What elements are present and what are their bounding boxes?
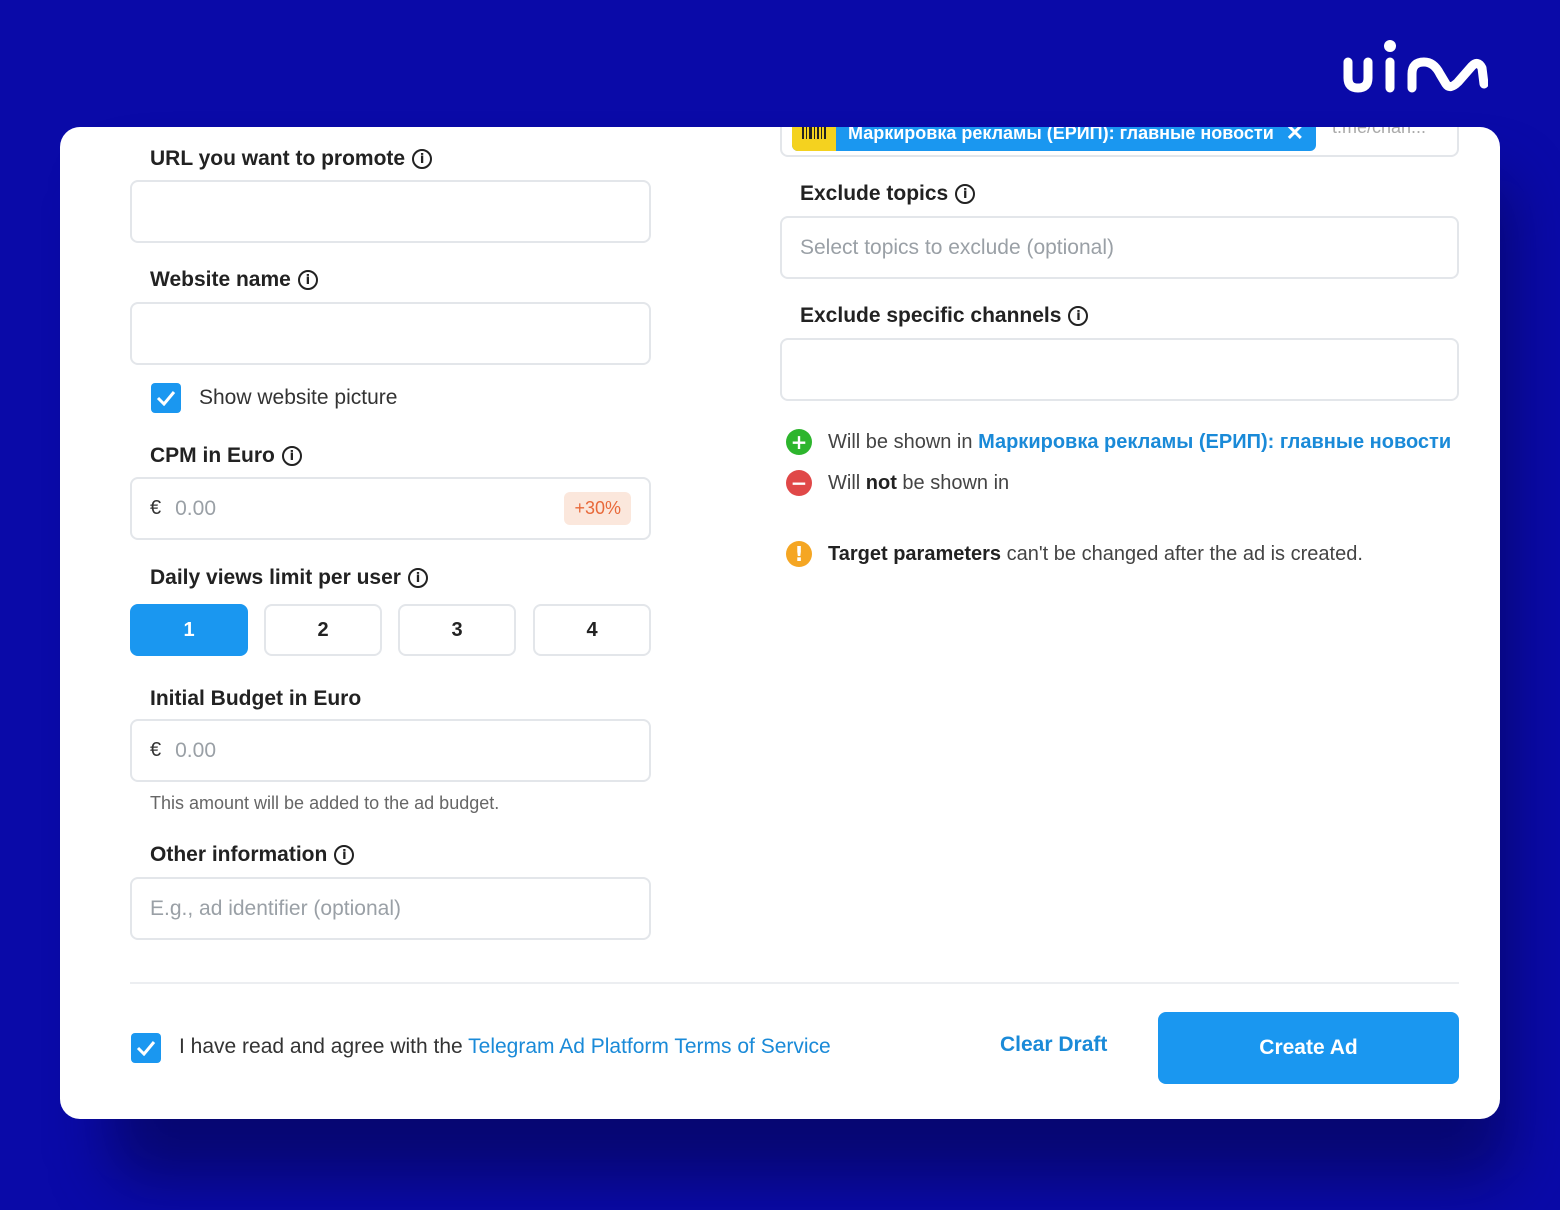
not-shown-prefix: Will	[828, 471, 866, 494]
url-label: URL you want to promote i	[150, 147, 433, 171]
not-shown-in-row: − Will not be shown in	[786, 470, 1009, 496]
warning-icon: !	[786, 541, 812, 567]
barcode-icon	[792, 127, 836, 151]
budget-input[interactable]: € 0.00	[130, 719, 651, 782]
euro-symbol: €	[150, 739, 162, 761]
website-name-label: Website name i	[150, 268, 318, 292]
cpm-placeholder: 0.00	[175, 496, 216, 520]
exclude-channels-input[interactable]	[780, 338, 1459, 401]
info-icon[interactable]: i	[1068, 306, 1089, 326]
budget-label: Initial Budget in Euro	[150, 687, 362, 710]
other-info-input[interactable]: E.g., ad identifier (optional)	[130, 877, 651, 940]
checkmark-icon	[156, 391, 176, 406]
euro-symbol: €	[150, 497, 162, 519]
other-info-placeholder: E.g., ad identifier (optional)	[150, 896, 401, 920]
exclude-topics-placeholder: Select topics to exclude (optional)	[800, 235, 1115, 259]
plus-circle-icon: +	[786, 429, 812, 455]
cpm-input[interactable]: € 0.00 +30%	[130, 477, 651, 540]
budget-placeholder: 0.00	[175, 738, 216, 762]
footer-divider	[130, 982, 1459, 984]
warning-row: ! Target parameters can't be changed aft…	[786, 541, 1363, 567]
channel-chip[interactable]: Маркировка рекламы (ЕРИП): главные новос…	[792, 127, 1316, 151]
info-icon[interactable]: i	[955, 184, 976, 204]
shown-in-prefix: Will be shown in	[828, 430, 979, 453]
ad-form-card: URL you want to promote i Website name i S…	[60, 127, 1500, 1119]
channel-input-placeholder: t.me/chan...	[1332, 127, 1427, 137]
other-info-label: Other information i	[150, 843, 355, 867]
url-input[interactable]	[130, 180, 651, 243]
cpm-label: CPM in Euro i	[150, 444, 302, 468]
website-name-input[interactable]	[130, 302, 651, 365]
terms-prefix: I have read and agree with the	[179, 1035, 469, 1058]
warning-bold: Target parameters	[828, 542, 1002, 565]
not-shown-bold: not	[865, 471, 897, 494]
daily-views-option-3[interactable]: 3	[398, 604, 516, 656]
info-icon[interactable]: i	[407, 568, 428, 588]
terms-text: I have read and agree with the Telegram …	[179, 1035, 831, 1059]
terms-checkbox[interactable]	[131, 1033, 161, 1063]
exclude-topics-select[interactable]: Select topics to exclude (optional)	[780, 216, 1459, 279]
minus-circle-icon: −	[786, 470, 812, 496]
daily-views-option-1[interactable]: 1	[130, 604, 248, 656]
show-picture-checkbox[interactable]	[151, 383, 181, 413]
clear-draft-button[interactable]: Clear Draft	[1000, 1033, 1107, 1057]
not-shown-suffix: be shown in	[896, 471, 1010, 494]
warning-text: can't be changed after the ad is created…	[1001, 542, 1363, 565]
channel-chip-label: Маркировка рекламы (ЕРИП): главные новос…	[848, 127, 1274, 143]
channels-input[interactable]: Маркировка рекламы (ЕРИП): главные новос…	[780, 127, 1459, 157]
info-icon[interactable]: i	[412, 149, 433, 169]
daily-views-option-2[interactable]: 2	[264, 604, 382, 656]
cpm-markup-badge: +30%	[564, 492, 631, 525]
checkmark-icon	[136, 1041, 156, 1056]
close-icon[interactable]: ✕	[1286, 127, 1304, 146]
create-ad-button[interactable]: Create Ad	[1158, 1012, 1459, 1084]
daily-views-label: Daily views limit per user i	[150, 566, 428, 590]
shown-in-row: + Will be shown in Маркировка рекламы (Е…	[786, 429, 1451, 455]
info-icon[interactable]: i	[334, 845, 355, 865]
show-picture-label: Show website picture	[199, 386, 398, 409]
info-icon[interactable]: i	[297, 270, 318, 290]
brand-logo	[1343, 40, 1488, 93]
budget-hint: This amount will be added to the ad budg…	[150, 793, 500, 813]
daily-views-option-4[interactable]: 4	[533, 604, 651, 656]
terms-link[interactable]: Telegram Ad Platform Terms of Service	[468, 1035, 831, 1058]
shown-in-channel-link[interactable]: Маркировка рекламы (ЕРИП): главные новос…	[978, 431, 1451, 454]
exclude-channels-label: Exclude specific channels i	[800, 304, 1089, 328]
info-icon[interactable]: i	[281, 446, 302, 466]
exclude-topics-label: Exclude topics i	[800, 182, 976, 206]
